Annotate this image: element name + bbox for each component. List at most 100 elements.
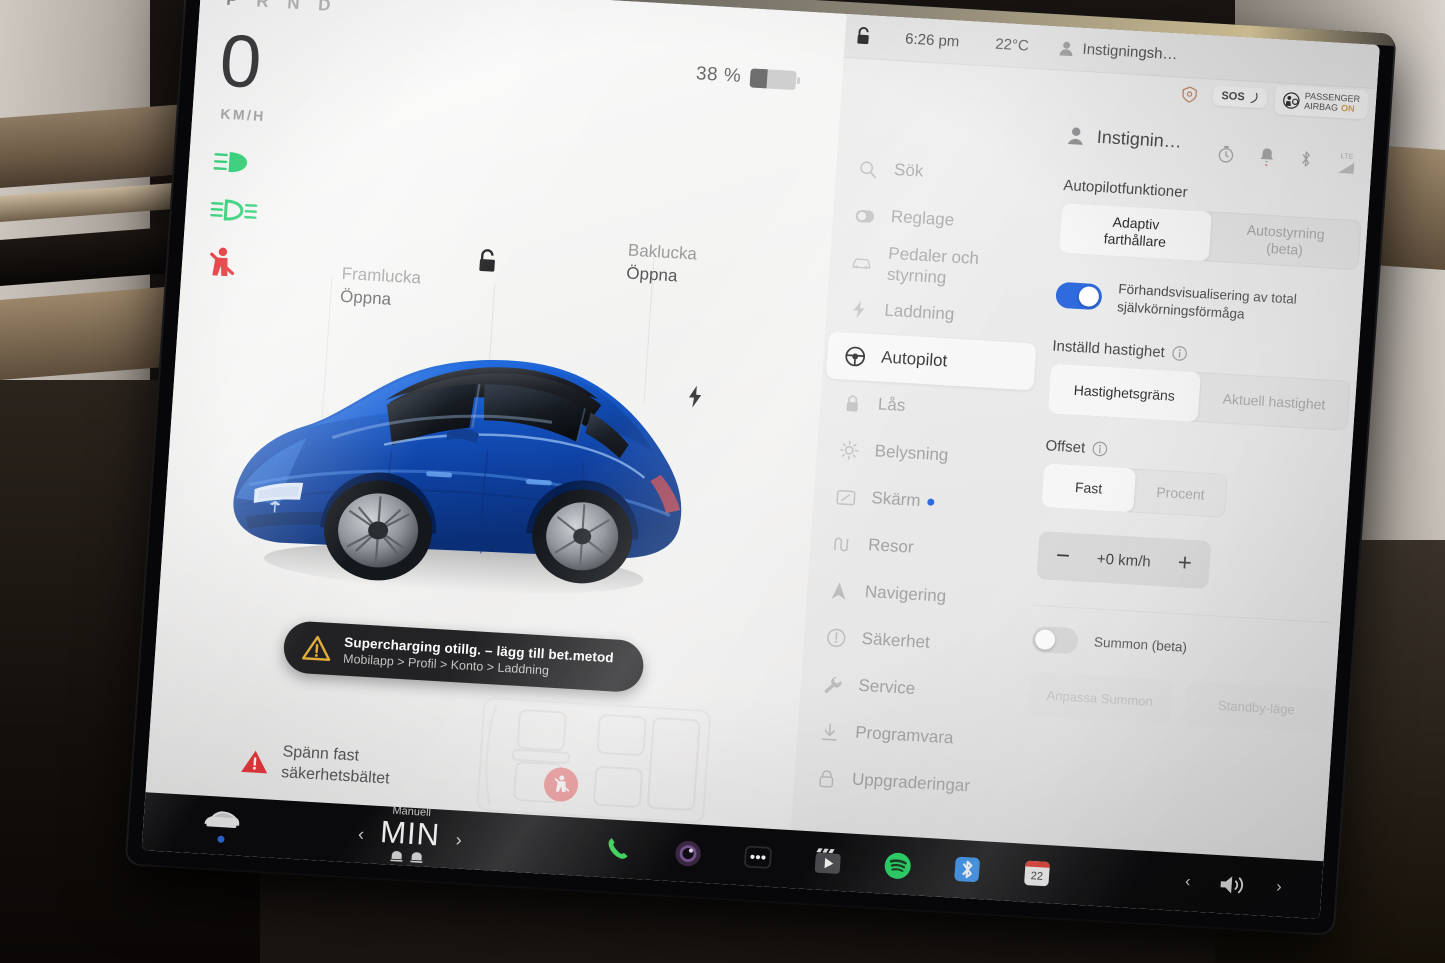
lock-status-icon[interactable]	[855, 26, 872, 46]
media-icon[interactable]	[811, 845, 843, 877]
sidebar-label-navigation: Navigering	[864, 582, 947, 607]
summon-label: Summon (beta)	[1093, 634, 1188, 656]
speed-unit: KM/H	[219, 105, 267, 125]
settings-status-icons: LTE	[1217, 144, 1356, 177]
sidebar-label-software: Programvara	[854, 723, 955, 748]
sidebar-label-search: Sök	[893, 160, 925, 182]
display-icon	[835, 489, 856, 506]
fsd-visualization-toggle[interactable]	[1055, 281, 1103, 310]
autopilot-features-label: Autopilotfunktioner	[1062, 176, 1189, 202]
warning-triangle-icon	[301, 635, 331, 661]
sidebar-label-upgrades: Uppgraderingar	[851, 770, 971, 796]
dock-active-indicator	[216, 835, 225, 843]
battery-cap	[796, 76, 801, 84]
info-icon[interactable]	[1171, 346, 1187, 362]
toggle-knob	[1078, 285, 1100, 307]
sentry-mode-icon[interactable]	[1174, 81, 1207, 108]
battery-fill	[749, 67, 769, 88]
alert-triangle-icon	[241, 750, 268, 774]
center-touchscreen-unit: P R N D 0 KM/H	[126, 0, 1395, 963]
customize-summon-button[interactable]: Anpassa Summon	[1026, 671, 1173, 725]
fsd-visualization-row[interactable]: Förhandsvisualisering av total självkörn…	[1055, 277, 1357, 330]
gear-p: P	[226, 0, 246, 10]
climate-readout[interactable]: Manuell MIN	[378, 804, 442, 869]
summon-toggle[interactable]	[1031, 625, 1079, 655]
bluetooth-icon[interactable]	[951, 854, 983, 886]
dock-prev-button[interactable]: ‹	[1184, 873, 1191, 891]
dock-next-button[interactable]: ›	[1276, 879, 1282, 897]
navigation-icon	[828, 581, 849, 601]
offset-increase-button[interactable]: +	[1177, 549, 1193, 577]
seat-heater-icon[interactable]	[388, 849, 429, 864]
segment-offset-percent[interactable]: Procent	[1133, 469, 1228, 518]
sos-label: SOS	[1220, 90, 1245, 104]
active-profile-name[interactable]: Instigningsh…	[1082, 41, 1178, 64]
airbag-state: ON	[1340, 103, 1355, 115]
settings-panel: 6:26 pm 22°C Instigningsh… SOS PASSENGER…	[790, 13, 1380, 864]
info-icon[interactable]	[1092, 441, 1108, 457]
lte-label: LTE	[1340, 153, 1355, 161]
supercharging-warning-banner[interactable]: Supercharging otillg. – lägg till bet.me…	[282, 620, 646, 694]
gear-rnd: R N D	[244, 0, 339, 16]
rear-trunk-title: Baklucka	[627, 240, 698, 264]
download-icon	[819, 722, 840, 741]
offset-label: Offset	[1044, 437, 1086, 457]
seatbelt-warning-icon	[205, 245, 243, 281]
spotify-icon[interactable]	[881, 849, 913, 881]
bluetooth-icon[interactable]	[1299, 150, 1313, 174]
autopilot-settings-pane: Autopilotfunktioner Adaptiv farthållare …	[1026, 176, 1364, 734]
seatbelt-alert-message: Spänn fast säkerhetsbältet	[239, 740, 392, 790]
dock-car-button[interactable]	[200, 808, 242, 843]
volume-icon[interactable]	[1218, 872, 1250, 898]
fsd-visualization-label: Förhandsvisualisering av total självkörn…	[1116, 281, 1298, 322]
car-icon	[204, 810, 240, 828]
sidebar-label-charging: Laddning	[883, 301, 955, 325]
offset-decrease-button[interactable]: −	[1055, 542, 1071, 570]
segment-offset-fixed[interactable]: Fast	[1041, 463, 1137, 513]
sos-button[interactable]: SOS	[1212, 85, 1268, 109]
offset-stepper[interactable]: − +0 km/h +	[1036, 531, 1212, 590]
battery-indicator: 38 %	[695, 63, 801, 91]
climate-control[interactable]: ‹ Manuell MIN ›	[356, 803, 464, 871]
segment-speed-limit[interactable]: Hastighetsgräns	[1047, 363, 1201, 423]
summon-row[interactable]: Summon (beta)	[1031, 625, 1332, 669]
lte-signal-icon[interactable]: LTE	[1337, 153, 1356, 175]
section-divider	[1034, 604, 1334, 624]
set-speed-segmented[interactable]: Hastighetsgräns Aktuell hastighet	[1047, 363, 1351, 431]
camera-icon[interactable]	[672, 837, 704, 869]
speed-value: 0	[217, 18, 265, 104]
battery-percent: 38 %	[695, 63, 742, 87]
standby-mode-button[interactable]: Standby-läge	[1183, 681, 1330, 734]
passenger-airbag-indicator[interactable]: PASSENGER AIRBAG ON	[1273, 85, 1369, 120]
unlocked-icon[interactable]	[475, 248, 499, 280]
sidebar-label-autopilot: Autopilot	[880, 348, 948, 371]
car-icon	[851, 255, 872, 270]
calendar-icon[interactable]: 22	[1021, 858, 1053, 890]
offset-value: +0 km/h	[1096, 550, 1152, 571]
airbag-icon	[1282, 92, 1300, 109]
sidebar-label-locks: Lås	[877, 394, 906, 416]
climate-next-button[interactable]: ›	[455, 829, 462, 850]
toggle-icon	[854, 208, 875, 223]
lock-icon	[841, 394, 862, 413]
phone-icon[interactable]	[602, 833, 634, 865]
rear-trunk-control[interactable]: Baklucka Öppna	[626, 240, 698, 290]
dock-right-controls: ‹ ›	[1184, 870, 1283, 900]
seat-diagram[interactable]	[475, 694, 713, 827]
sidebar-label-display: Skärm	[871, 489, 935, 513]
timer-icon[interactable]	[1217, 145, 1235, 169]
outside-temperature: 22°C	[994, 35, 1030, 55]
sos-arc-icon	[1250, 93, 1258, 104]
segment-autosteer[interactable]: Autostyrning (beta)	[1209, 212, 1362, 271]
segment-current-speed[interactable]: Aktuell hastighet	[1197, 372, 1350, 431]
autopilot-mode-segmented[interactable]: Adaptiv farthållare Autostyrning (beta)	[1058, 202, 1362, 271]
segment-adaptive-cruise[interactable]: Adaptiv farthållare	[1058, 202, 1213, 262]
dock-app-icons: 22	[602, 833, 1053, 889]
offset-type-segmented[interactable]: Fast Procent	[1041, 463, 1228, 518]
bell-icon[interactable]	[1259, 146, 1275, 172]
vehicle-image[interactable]	[221, 264, 713, 621]
settings-profile-row[interactable]: Instignin…	[1066, 125, 1182, 153]
climate-prev-button[interactable]: ‹	[357, 823, 365, 844]
more-apps-icon[interactable]	[741, 841, 773, 873]
gear-indicator: P R N D	[226, 0, 339, 16]
